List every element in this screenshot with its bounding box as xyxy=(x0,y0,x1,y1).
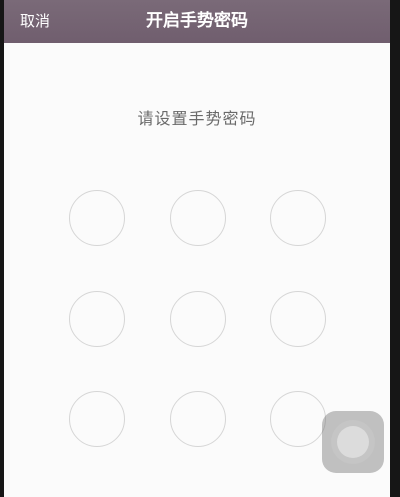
navigation-bar: 取消 开启手势密码 xyxy=(4,0,390,43)
page-title: 开启手势密码 xyxy=(146,11,248,31)
gesture-prompt: 请设置手势密码 xyxy=(137,109,257,128)
gesture-dot-9[interactable] xyxy=(270,391,326,447)
gesture-dot-3[interactable] xyxy=(270,190,326,246)
gesture-dot-6[interactable] xyxy=(270,291,326,347)
gesture-dot-7[interactable] xyxy=(69,391,125,447)
gesture-dot-2[interactable] xyxy=(170,190,226,246)
assistive-touch-button[interactable] xyxy=(322,411,384,473)
gesture-dot-5[interactable] xyxy=(170,291,226,347)
gesture-dot-4[interactable] xyxy=(69,291,125,347)
gesture-dot-8[interactable] xyxy=(170,391,226,447)
assistive-touch-icon-core xyxy=(337,426,369,458)
gesture-dot-1[interactable] xyxy=(69,190,125,246)
